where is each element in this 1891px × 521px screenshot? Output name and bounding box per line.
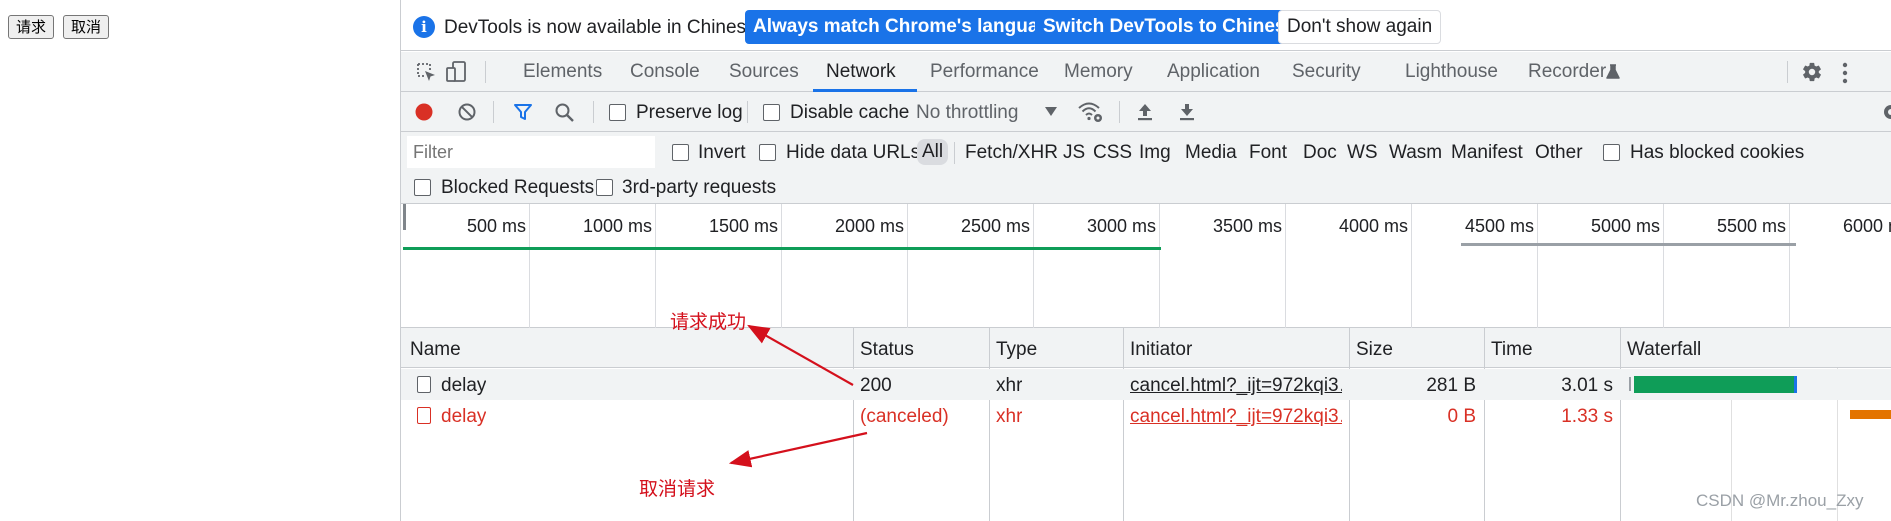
devtools-panel: i DevTools is now available in Chinese! … — [401, 0, 1891, 521]
request-button[interactable]: 请求 — [8, 15, 55, 39]
annotation-success: 请求成功 — [670, 311, 747, 333]
annotation-arrows — [728, 324, 868, 468]
cancel-button[interactable]: 取消 — [63, 15, 110, 39]
annotation-cancel: 取消请求 — [639, 478, 716, 500]
watermark: CSDN @Mr.zhou_Zxy — [1696, 491, 1864, 510]
